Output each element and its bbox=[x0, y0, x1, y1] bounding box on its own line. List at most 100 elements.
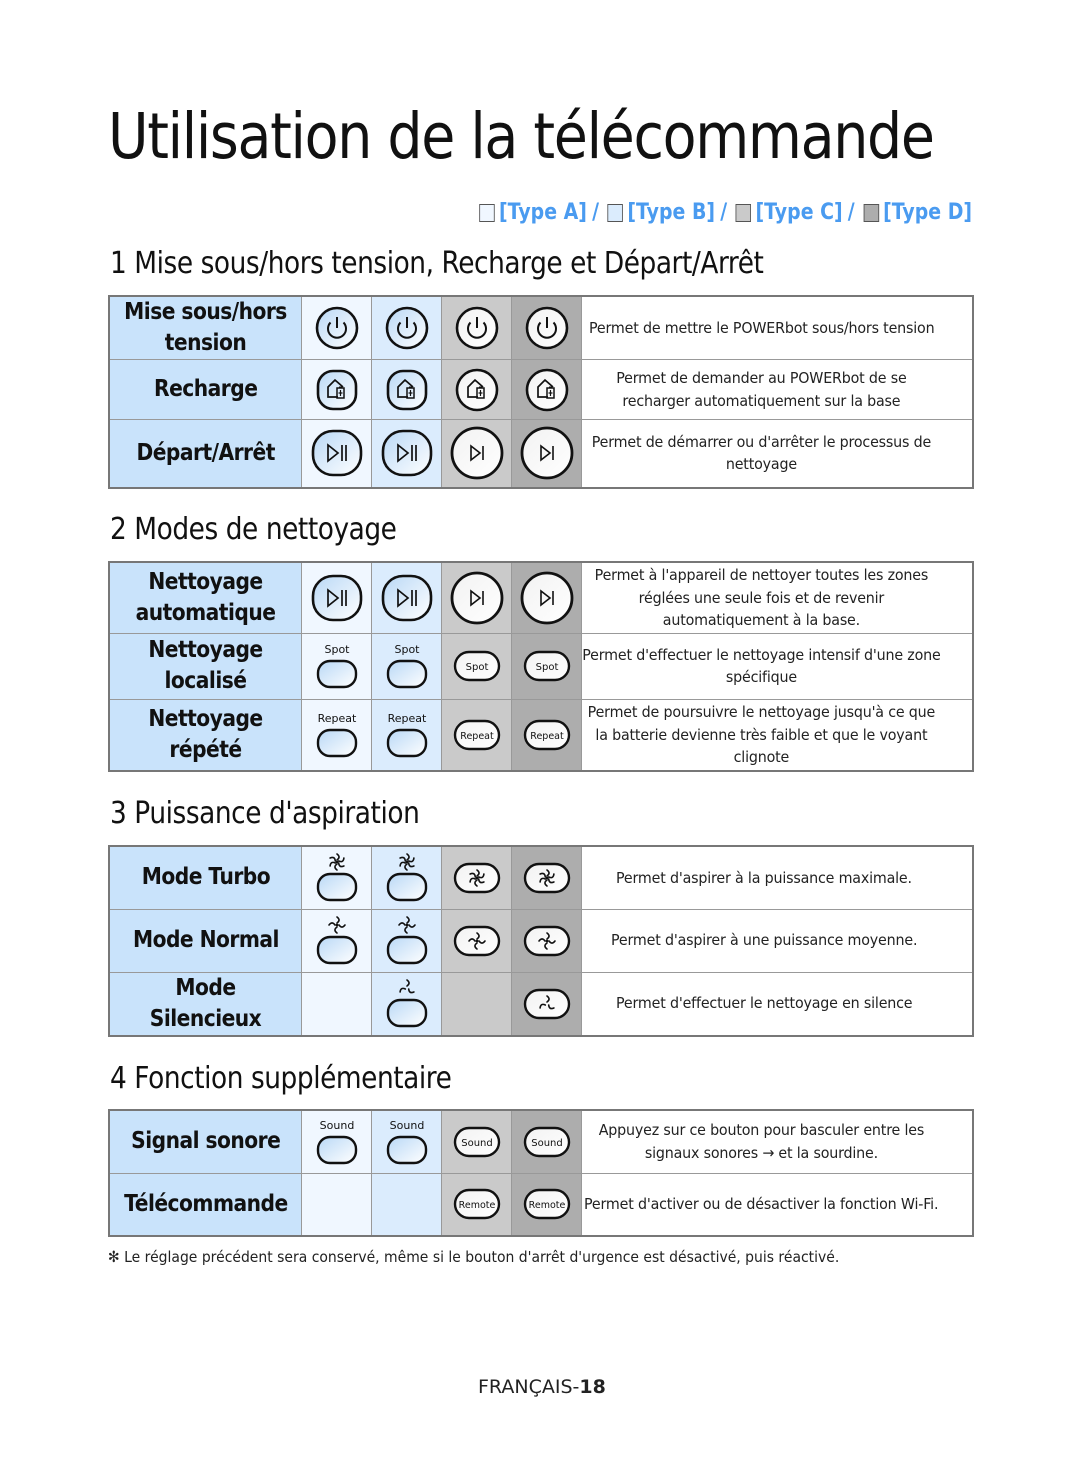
type-a-cell bbox=[301, 908, 372, 973]
remote-button-icon: Remote bbox=[442, 1184, 511, 1224]
page-title: Utilisation de la télécommande bbox=[108, 100, 935, 173]
table-row: Mode Turbo Permet d'aspirer à la puissan… bbox=[108, 845, 974, 910]
type-c-cell bbox=[441, 971, 512, 1036]
fan-silent-icon bbox=[372, 978, 441, 1030]
home-battery-icon bbox=[302, 366, 371, 414]
type-b-label: [Type B] bbox=[627, 200, 715, 225]
repeat-button-icon: Repeat bbox=[302, 710, 371, 760]
type-c-cell: Sound bbox=[441, 1109, 512, 1174]
type-a-cell: Spot bbox=[301, 632, 372, 700]
svg-text:Repeat: Repeat bbox=[387, 712, 426, 725]
home-battery-icon bbox=[372, 366, 441, 414]
row-description: Permet d'aspirer à la puissance maximale… bbox=[581, 845, 974, 910]
row-description: Permet à l'appareil de nettoyer toutes l… bbox=[581, 561, 974, 634]
type-c-swatch bbox=[735, 203, 752, 222]
table-row: Mode Normal Permet d'aspirer à une puiss… bbox=[108, 908, 974, 973]
type-d-cell bbox=[511, 295, 582, 360]
type-c-cell: Repeat bbox=[441, 698, 512, 772]
fan-turbo-icon bbox=[302, 852, 371, 904]
type-a-cell bbox=[301, 359, 372, 420]
type-a-cell bbox=[301, 845, 372, 910]
power-icon bbox=[372, 304, 441, 352]
power-icon bbox=[302, 304, 371, 352]
type-legend: [Type A] / [Type B] / [Type C] / [Type D… bbox=[476, 200, 972, 225]
home-battery-icon bbox=[512, 366, 581, 414]
play-pause-icon bbox=[512, 425, 581, 481]
type-d-cell bbox=[511, 845, 582, 910]
svg-text:Spot: Spot bbox=[535, 662, 558, 673]
type-a-cell: Repeat bbox=[301, 698, 372, 772]
table-row: Nettoyage localisé Spot Spot Spot Spot P… bbox=[108, 632, 974, 700]
row-label: Télécommande bbox=[108, 1172, 302, 1237]
table-row: Nettoyage automatique Permet à l'apparei… bbox=[108, 561, 974, 634]
fan-normal-icon bbox=[512, 921, 581, 961]
table-power: Mise sous/hors tension Permet de mettre … bbox=[108, 295, 974, 489]
fan-normal-icon bbox=[442, 921, 511, 961]
row-label: Mode Turbo bbox=[108, 845, 302, 910]
type-a-cell bbox=[301, 561, 372, 634]
type-c-cell: Remote bbox=[441, 1172, 512, 1237]
type-c-cell bbox=[441, 908, 512, 973]
power-icon bbox=[442, 304, 511, 352]
type-b-cell bbox=[371, 295, 442, 360]
row-label: Nettoyage répété bbox=[108, 698, 302, 772]
repeat-button-icon: Repeat bbox=[372, 710, 441, 760]
table-row: Mode Silencieux Permet d'effectuer le ne… bbox=[108, 971, 974, 1036]
home-battery-icon bbox=[442, 366, 511, 414]
table-additional-function: Signal sonore Sound Sound Sound Sound Ap… bbox=[108, 1109, 974, 1237]
fan-silent-icon bbox=[512, 984, 581, 1024]
row-label: Signal sonore bbox=[108, 1109, 302, 1174]
svg-text:Sound: Sound bbox=[531, 1138, 563, 1149]
type-b-cell bbox=[371, 359, 442, 420]
type-d-cell: Spot bbox=[511, 632, 582, 700]
type-d-cell bbox=[511, 971, 582, 1036]
row-description: Permet d'aspirer à une puissance moyenne… bbox=[581, 908, 974, 973]
sound-button-icon: Sound bbox=[302, 1117, 371, 1167]
type-d-cell: Repeat bbox=[511, 698, 582, 772]
fan-normal-icon bbox=[372, 915, 441, 967]
type-d-cell: Remote bbox=[511, 1172, 582, 1237]
type-d-cell bbox=[511, 561, 582, 634]
table-row: Recharge Permet de demander au POWERbot … bbox=[108, 359, 974, 420]
type-c-cell bbox=[441, 359, 512, 420]
spot-button-icon: Spot bbox=[372, 641, 441, 691]
fan-turbo-icon bbox=[442, 858, 511, 898]
type-c-cell bbox=[441, 845, 512, 910]
play-pause-icon bbox=[372, 570, 441, 626]
row-description: Permet d'effectuer le nettoyage en silen… bbox=[581, 971, 974, 1036]
section-title-additional-function: 4 Fonction supplémentaire bbox=[110, 1061, 452, 1096]
type-c-label: [Type C] bbox=[755, 200, 843, 225]
power-icon bbox=[512, 304, 581, 352]
type-b-cell: Repeat bbox=[371, 698, 442, 772]
svg-text:Repeat: Repeat bbox=[460, 731, 494, 742]
type-c-cell bbox=[441, 561, 512, 634]
row-description: Permet de demander au POWERbot de se rec… bbox=[581, 359, 974, 420]
row-description: Appuyez sur ce bouton pour basculer entr… bbox=[581, 1109, 974, 1174]
type-a-cell: Sound bbox=[301, 1109, 372, 1174]
svg-text:Spot: Spot bbox=[465, 662, 488, 673]
remote-button-icon: Remote bbox=[512, 1184, 581, 1224]
section-title-power: 1 Mise sous/hors tension, Recharge et Dé… bbox=[110, 246, 764, 281]
type-d-cell bbox=[511, 359, 582, 420]
fan-turbo-icon bbox=[512, 858, 581, 898]
row-label: Recharge bbox=[108, 359, 302, 420]
type-a-cell bbox=[301, 295, 372, 360]
play-pause-icon bbox=[442, 425, 511, 481]
spot-button-icon: Spot bbox=[302, 641, 371, 691]
sound-button-icon: Sound bbox=[442, 1122, 511, 1162]
table-suction-power: Mode Turbo Permet d'aspirer à la puissan… bbox=[108, 845, 974, 1037]
repeat-button-icon: Repeat bbox=[512, 715, 581, 755]
type-b-cell: Spot bbox=[371, 632, 442, 700]
type-b-cell bbox=[371, 908, 442, 973]
row-description: Permet d'activer ou de désactiver la fon… bbox=[581, 1172, 974, 1237]
row-label: Mode Silencieux bbox=[108, 971, 302, 1036]
page-number: FRANÇAIS-18 bbox=[478, 1376, 606, 1398]
section-title-cleaning-modes: 2 Modes de nettoyage bbox=[110, 512, 397, 547]
svg-text:Remote: Remote bbox=[528, 1200, 565, 1211]
row-description: Permet de mettre le POWERbot sous/hors t… bbox=[581, 295, 974, 360]
sound-button-icon: Sound bbox=[512, 1122, 581, 1162]
table-cleaning-modes: Nettoyage automatique Permet à l'apparei… bbox=[108, 561, 974, 772]
table-row: Signal sonore Sound Sound Sound Sound Ap… bbox=[108, 1109, 974, 1174]
row-label: Mise sous/hors tension bbox=[108, 295, 302, 360]
play-pause-icon bbox=[302, 570, 371, 626]
